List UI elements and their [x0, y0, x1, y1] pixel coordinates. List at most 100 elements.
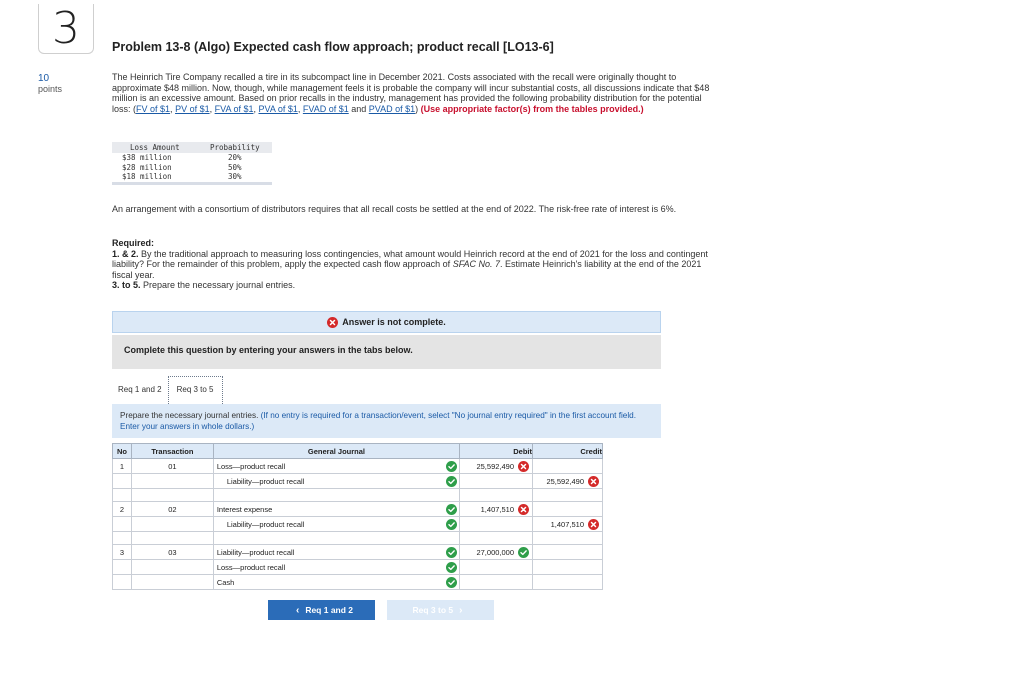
- journal-row: 2 02 Interest expense 1,407,510: [112, 501, 603, 517]
- entry-number: 2: [119, 504, 125, 514]
- account-field[interactable]: Loss—product recall: [212, 458, 461, 474]
- empty-cell: [130, 531, 214, 545]
- transaction-cell[interactable]: 01: [130, 458, 214, 474]
- journal-row: Cash: [112, 574, 603, 590]
- entry-no-cell: 2: [112, 501, 132, 517]
- credit-field[interactable]: [532, 574, 603, 590]
- link-pvad[interactable]: PVAD of $1: [369, 104, 415, 114]
- transaction-select[interactable]: 01: [168, 462, 176, 471]
- account-name: Liability—product recall: [216, 547, 295, 557]
- entry-number: 1: [119, 461, 125, 471]
- empty-account-field[interactable]: [212, 488, 461, 502]
- journal-row: Loss—product recall: [112, 559, 603, 575]
- entry-number: 3: [119, 547, 125, 557]
- empty-debit-field[interactable]: [459, 488, 534, 502]
- instruction-text: Prepare the necessary journal entries.: [120, 411, 261, 420]
- credit-field[interactable]: [532, 559, 603, 575]
- journal-row: 3 03 Liability—product recall 27,000,000: [112, 544, 603, 560]
- check-circle-icon: [446, 562, 458, 573]
- debit-field[interactable]: [459, 516, 534, 532]
- loss-probability-table: Loss Amount Probability $38 million 20% …: [112, 142, 272, 185]
- journal-empty-row: [112, 488, 603, 502]
- link-pv[interactable]: PV of $1: [175, 104, 210, 114]
- credit-field[interactable]: 25,592,490: [532, 473, 603, 489]
- header-credit: Credit: [532, 443, 603, 459]
- tab-req-1-and-2[interactable]: Req 1 and 2: [112, 376, 168, 404]
- empty-credit-field[interactable]: [532, 488, 603, 502]
- prev-button-label: Req 1 and 2: [305, 605, 354, 615]
- prev-button[interactable]: ‹ Req 1 and 2: [268, 600, 375, 620]
- link-fvad[interactable]: FVAD of $1: [303, 104, 349, 114]
- transaction-cell: [130, 559, 214, 575]
- chevron-right-icon: ›: [459, 604, 463, 616]
- factor-note: (Use appropriate factor(s) from the tabl…: [420, 103, 644, 114]
- loss-amount-cell: $38 million: [122, 153, 172, 162]
- debit-amount: 25,592,490: [476, 461, 515, 471]
- credit-field[interactable]: [532, 458, 603, 474]
- question-number-box: 3: [38, 3, 94, 54]
- entry-no-cell: [112, 473, 132, 489]
- journal-instruction: Prepare the necessary journal entries. (…: [112, 404, 661, 438]
- account-name: Liability—product recall: [226, 476, 305, 486]
- points-value: 10: [38, 73, 50, 84]
- account-field[interactable]: Liability—product recall: [212, 473, 461, 489]
- loss-amount-cell: $28 million: [122, 162, 172, 172]
- empty-credit-field[interactable]: [532, 531, 603, 545]
- account-field[interactable]: Interest expense: [212, 501, 461, 517]
- question-number: 3: [52, 3, 80, 54]
- account-name: Liability—product recall: [226, 519, 305, 529]
- next-button[interactable]: Req 3 to 5 ›: [387, 600, 494, 620]
- link-pva[interactable]: PVA of $1: [258, 104, 297, 114]
- account-name: Loss—product recall: [216, 461, 286, 471]
- x-circle-icon: [518, 460, 530, 472]
- problem-intro: The Heinrich Tire Company recalled a tir…: [112, 72, 712, 114]
- check-circle-icon: [446, 577, 458, 588]
- account-field[interactable]: Loss—product recall: [212, 559, 461, 575]
- tab-req-3-to-5[interactable]: Req 3 to 5: [167, 376, 223, 404]
- debit-field[interactable]: 27,000,000: [459, 544, 534, 560]
- required-label: Required:: [112, 238, 155, 248]
- empty-debit-field[interactable]: [459, 531, 534, 545]
- transaction-select[interactable]: 02: [168, 505, 176, 514]
- required-section: Required: 1. & 2. By the traditional app…: [112, 238, 722, 291]
- header-transaction: Transaction: [130, 443, 214, 459]
- debit-field[interactable]: [459, 574, 534, 590]
- header-no: No: [112, 443, 132, 459]
- loss-amount-cell: $18 million: [122, 172, 172, 182]
- credit-field[interactable]: 1,407,510: [532, 516, 603, 532]
- debit-amount: 27,000,000: [476, 547, 515, 557]
- probability-cell: 20%: [228, 153, 242, 162]
- journal-row: Liability—product recall 1,407,510: [112, 516, 603, 532]
- points-block: 10 points: [38, 73, 62, 95]
- link-fv[interactable]: FV of $1: [136, 104, 170, 114]
- entry-no-cell: [112, 574, 132, 590]
- account-field[interactable]: Liability—product recall: [212, 544, 461, 560]
- transaction-cell: [130, 516, 214, 532]
- credit-field[interactable]: [532, 501, 603, 517]
- account-name: Cash: [216, 577, 235, 587]
- problem-title: Problem 13-8 (Algo) Expected cash flow a…: [112, 40, 554, 54]
- account-field[interactable]: Liability—product recall: [212, 516, 461, 532]
- transaction-select[interactable]: 03: [168, 548, 176, 557]
- debit-field[interactable]: [459, 559, 534, 575]
- debit-field[interactable]: 1,407,510: [459, 501, 534, 517]
- transaction-cell[interactable]: 03: [130, 544, 214, 560]
- empty-account-field[interactable]: [212, 531, 461, 545]
- x-circle-icon: [518, 503, 530, 515]
- debit-field[interactable]: 25,592,490: [459, 458, 534, 474]
- chevron-left-icon: ‹: [295, 604, 300, 616]
- probability-cell: 30%: [228, 172, 242, 182]
- link-fva[interactable]: FVA of $1: [215, 104, 254, 114]
- loss-table-row: $18 million 30%: [112, 172, 272, 183]
- req-3-5-text: Prepare the necessary journal entries.: [140, 280, 296, 291]
- check-circle-icon: [446, 504, 458, 515]
- debit-field[interactable]: [459, 473, 534, 489]
- entry-no-cell: [112, 516, 132, 532]
- entry-no-cell: 1: [112, 458, 132, 474]
- credit-field[interactable]: [532, 544, 603, 560]
- transaction-cell[interactable]: 02: [130, 501, 214, 517]
- account-field[interactable]: Cash: [212, 574, 461, 590]
- journal-table: No Transaction General Journal Debit Cre…: [112, 443, 603, 590]
- journal-empty-row: [112, 531, 603, 545]
- entry-no-cell: 3: [112, 544, 132, 560]
